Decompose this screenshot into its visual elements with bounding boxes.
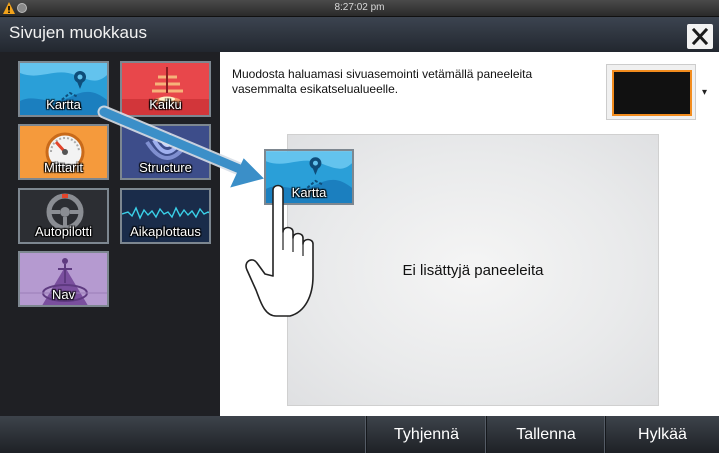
clear-button-label: Tyhjennä [394,426,459,443]
panel-tile-autopilotti[interactable]: Autopilotti [18,188,109,244]
panel-tile-label: Mittarit [44,160,83,175]
panel-tile-structure[interactable]: Structure [120,124,211,180]
close-icon [691,28,709,45]
panel-tile-label: Structure [139,160,192,175]
instructions-line-1: Muodosta haluamasi sivuasemointi vetämäl… [232,67,533,81]
instructions-line-2: vasemmalta esikatselualueelle. [232,82,399,96]
save-button-label: Tallenna [516,426,576,443]
panel-tile-label: Nav [51,287,76,302]
panel-tile-label: Aikaplottaus [130,224,201,239]
panel-tile-kaiku[interactable]: Kaiku [120,61,211,117]
discard-button[interactable]: Hylkää [605,416,719,453]
panel-tile-aikaplottaus[interactable]: Aikaplottaus [120,188,211,244]
preview-workspace: Muodosta haluamasi sivuasemointi vetämäl… [220,52,719,416]
discard-button-label: Hylkää [638,426,687,443]
title-bar: Sivujen muokkaus [0,17,719,52]
save-button[interactable]: Tallenna [486,416,605,453]
panel-tile-label: Autopilotti [34,224,93,239]
layout-preview-thumbnail[interactable] [606,64,696,120]
empty-drop-area-text: Ei lisättyjä paneeleita [402,262,544,279]
close-button[interactable] [687,24,713,49]
panel-tile-nav[interactable]: Nav [18,251,109,307]
panel-tile-label: Kaiku [149,97,182,112]
bottom-action-bar: Tyhjennä Tallenna Hylkää [0,416,719,453]
panel-tile-kartta[interactable]: Kartta [18,61,109,117]
layout-preview-pane [612,70,692,116]
instructions-text: Muodosta haluamasi sivuasemointi vetämäl… [232,67,572,97]
layout-dropdown-chevron-icon[interactable]: ▾ [702,87,712,98]
dragged-panel-label: Kartta [291,185,327,200]
status-bar: 8:27:02 pm [0,0,719,17]
clear-button[interactable]: Tyhjennä [366,416,486,453]
status-clock: 8:27:02 pm [334,2,385,13]
panel-tile-label: Kartta [46,97,81,112]
dragged-panel-tile-kartta[interactable]: Kartta [264,149,354,205]
page-title: Sivujen muokkaus [9,23,147,42]
panel-tile-mittarit[interactable]: Mittarit [18,124,109,180]
panel-palette: Kartta Kaiku Mittarit Structure Autopilo… [0,52,220,416]
